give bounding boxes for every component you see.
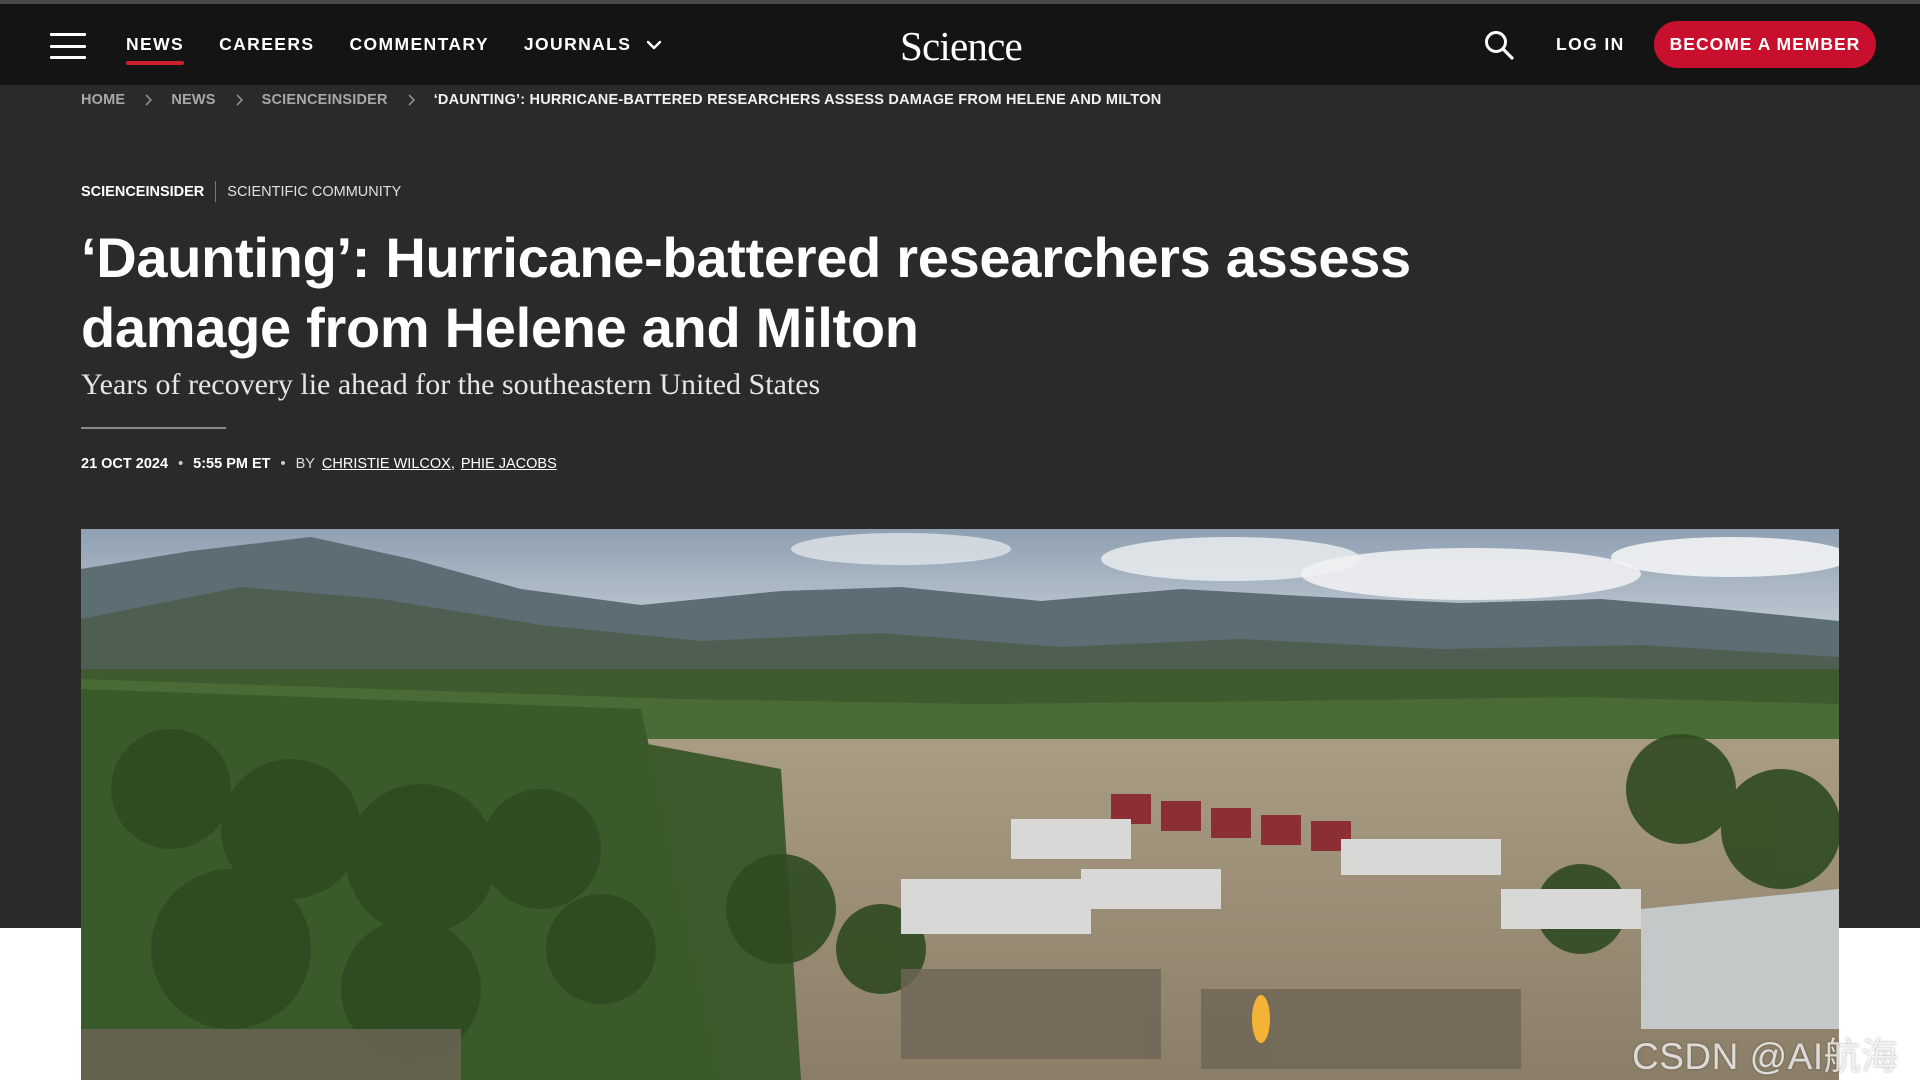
category-divider [215,181,217,202]
become-member-button[interactable]: BECOME A MEMBER [1654,21,1876,68]
author-link[interactable]: CHRISTIE WILCOX [322,456,451,472]
breadcrumb: HOME NEWS SCIENCEINSIDER ‘DAUNTING’: HUR… [81,92,1161,108]
category-scienceinsider[interactable]: SCIENCEINSIDER [81,184,204,200]
author-link[interactable]: PHIE JACOBS [461,456,557,472]
nav-commentary-label: COMMENTARY [349,34,489,54]
article-categories: SCIENCEINSIDER SCIENTIFIC COMMUNITY [81,181,401,202]
nav-careers-label: CAREERS [219,34,315,54]
chevron-right-icon [408,94,415,106]
nav-journals-label: JOURNALS [523,34,632,54]
chevron-right-icon [145,94,153,106]
byline-label: BY [295,456,315,472]
category-scientific-community[interactable]: SCIENTIFIC COMMUNITY [227,184,401,200]
watermark: CSDN @AI航海家 [1632,1036,1899,1077]
chevron-down-icon [647,40,662,49]
meta-separator: • [280,456,286,472]
menu-icon[interactable] [50,33,86,59]
nav-commentary[interactable]: COMMENTARY [349,4,488,85]
title-divider [81,427,226,429]
breadcrumb-current: ‘DAUNTING’: HURRICANE-BATTERED RESEARCHE… [433,92,1162,108]
site-header: NEWS CAREERS COMMENTARY JOURNALS Science… [0,4,1920,85]
search-icon[interactable] [1483,29,1515,61]
publish-time: 5:55 PM ET [193,456,271,472]
page: NEWS CAREERS COMMENTARY JOURNALS Science… [0,0,1920,1080]
article-title: ‘Daunting’: Hurricane-battered researche… [81,226,1411,359]
hero-image [81,529,1839,1080]
chevron-right-icon [236,94,243,106]
science-logo[interactable]: Science [900,22,1023,70]
hero-illustration [81,529,1839,1080]
meta-separator: • [178,456,184,472]
nav-journals[interactable]: JOURNALS [524,4,663,85]
breadcrumb-scienceinsider[interactable]: SCIENCEINSIDER [262,92,388,108]
nav-careers[interactable]: CAREERS [219,4,314,85]
breadcrumb-home[interactable]: HOME [81,92,125,108]
publish-date: 21 OCT 2024 [81,456,169,472]
nav-news-label: NEWS [126,34,185,54]
article-meta: 21 OCT 2024 • 5:55 PM ET • BY CHRISTIE W… [81,456,557,472]
main-nav: NEWS CAREERS COMMENTARY JOURNALS [126,4,698,85]
nav-news[interactable]: NEWS [126,4,185,85]
article-subtitle: Years of recovery lie ahead for the sout… [81,368,821,401]
author-separator: , [450,456,455,472]
login-link[interactable]: LOG IN [1556,4,1625,85]
breadcrumb-news[interactable]: NEWS [171,92,215,108]
